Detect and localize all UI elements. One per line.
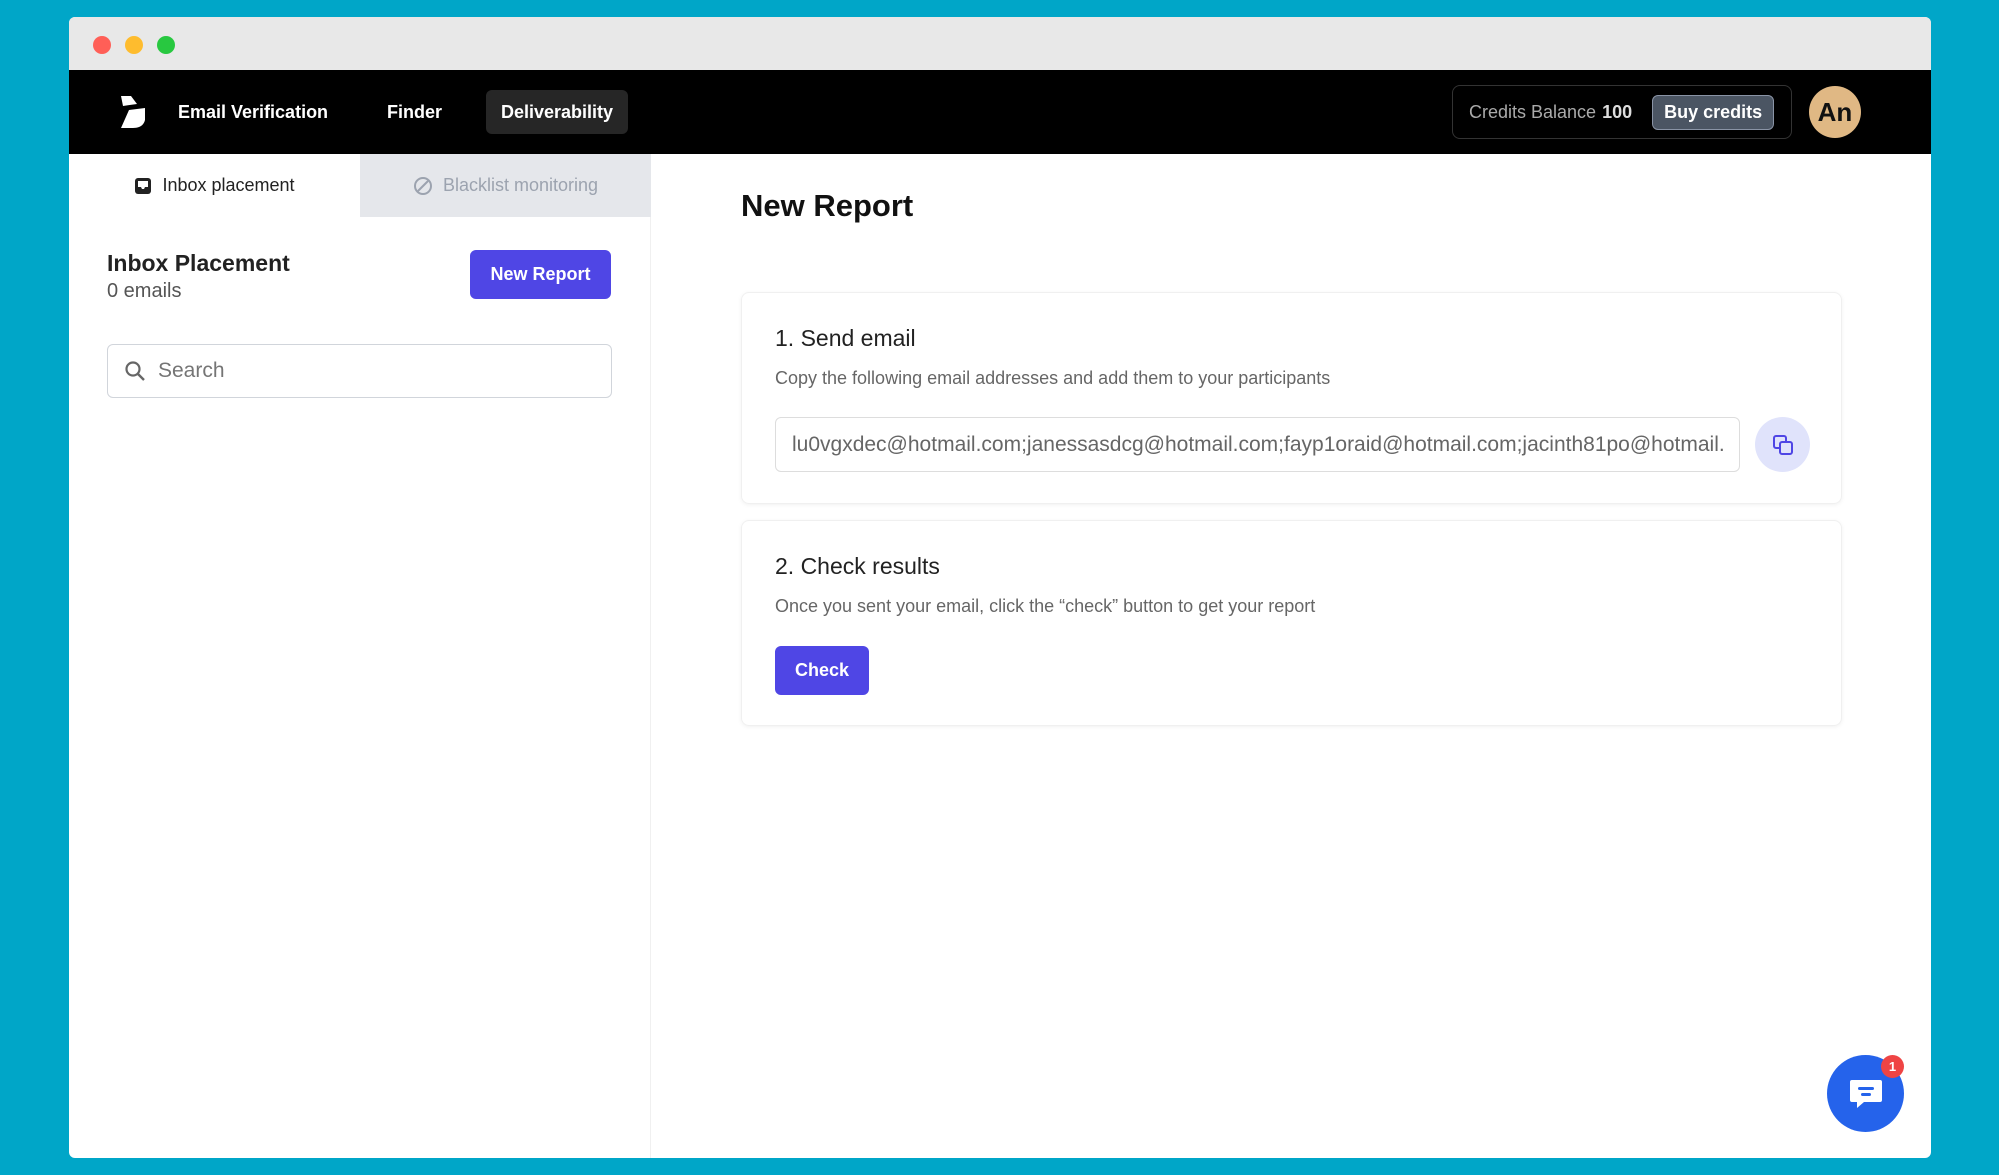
check-results-card: 2. Check results Once you sent your emai… [741, 520, 1842, 726]
check-button[interactable]: Check [775, 646, 869, 695]
main-content: New Report 1. Send email Copy the follow… [651, 154, 1931, 1158]
credits-value: 100 [1602, 101, 1633, 122]
tab-label: Inbox placement [162, 175, 295, 195]
app-window: Email Verification Finder Deliverability… [69, 17, 1931, 1158]
email-addresses-field[interactable] [775, 417, 1740, 472]
sidebar-heading: Inbox Placement [107, 250, 290, 276]
close-window-button[interactable] [93, 36, 111, 54]
search-box[interactable] [107, 344, 612, 398]
copy-button[interactable] [1755, 417, 1810, 472]
tab-inbox-placement[interactable]: Inbox placement [69, 154, 360, 217]
title-bar [69, 17, 1931, 70]
avatar[interactable]: An [1809, 86, 1861, 138]
credits-balance: Credits Balance 100 Buy credits [1452, 85, 1792, 139]
copy-icon [1772, 434, 1793, 455]
nav-finder[interactable]: Finder [372, 90, 457, 134]
ban-icon [413, 176, 432, 195]
step2-title: 2. Check results [775, 553, 940, 579]
chat-notification-badge: 1 [1881, 1055, 1904, 1078]
search-input[interactable] [158, 359, 578, 383]
sidebar: Inbox placement Blacklist monitoring Inb… [69, 154, 651, 1158]
top-nav: Email Verification Finder Deliverability… [69, 70, 1931, 154]
credits-label: Credits Balance [1469, 101, 1597, 122]
inbox-icon [135, 177, 152, 194]
minimize-window-button[interactable] [125, 36, 143, 54]
nav-deliverability[interactable]: Deliverability [486, 90, 629, 134]
step1-description: Copy the following email addresses and a… [775, 368, 1331, 388]
email-count: 0 emails [107, 280, 182, 302]
step1-title: 1. Send email [775, 325, 916, 351]
buy-credits-button[interactable]: Buy credits [1652, 94, 1775, 130]
nav-email-verification[interactable]: Email Verification [163, 90, 343, 134]
send-email-card: 1. Send email Copy the following email a… [741, 292, 1842, 504]
logo-icon[interactable] [119, 94, 147, 130]
chat-icon [1849, 1079, 1882, 1108]
page-title: New Report [741, 188, 914, 223]
new-report-button[interactable]: New Report [470, 250, 611, 299]
tab-blacklist-monitoring[interactable]: Blacklist monitoring [360, 154, 651, 217]
tab-label: Blacklist monitoring [442, 175, 599, 195]
maximize-window-button[interactable] [157, 36, 175, 54]
search-icon [125, 361, 145, 381]
step2-description: Once you sent your email, click the “che… [775, 596, 1316, 616]
